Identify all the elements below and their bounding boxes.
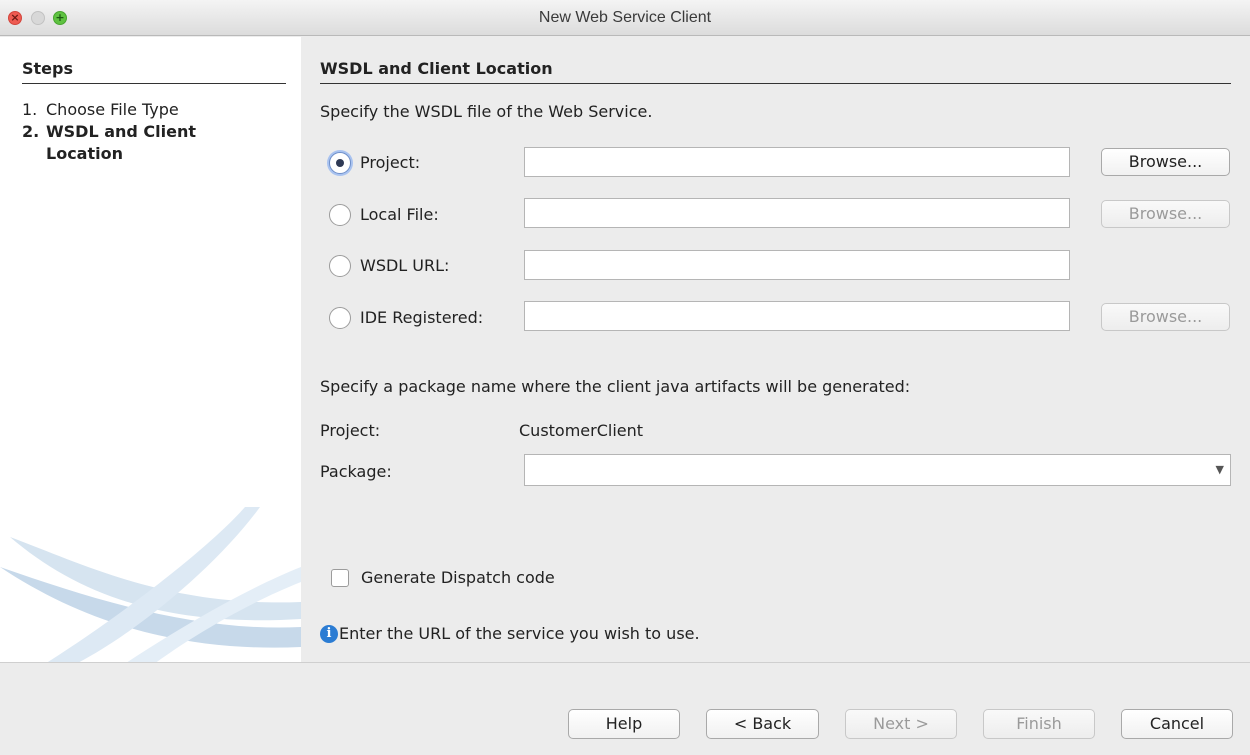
dialog-window: × + New Web Service Client Steps 1. Choos… — [0, 0, 1250, 755]
radio-label: WSDL URL: — [360, 256, 450, 275]
radio-label: Local File: — [360, 205, 439, 224]
local-file-field[interactable] — [524, 198, 1070, 228]
button-bar: Help < Back Next > Finish Cancel — [0, 662, 1250, 755]
dispatch-label: Generate Dispatch code — [361, 568, 555, 587]
local-file-browse-button[interactable]: Browse... — [1101, 200, 1230, 228]
step-label: Choose File Type — [46, 100, 179, 119]
chevron-down-icon[interactable]: ▼ — [1216, 463, 1224, 476]
wsdl-url-field[interactable] — [524, 250, 1070, 280]
radio-button[interactable] — [329, 255, 351, 277]
back-button[interactable]: < Back — [706, 709, 819, 739]
cancel-button[interactable]: Cancel — [1121, 709, 1233, 739]
step-item-choose-file-type: 1. Choose File Type — [22, 99, 179, 121]
help-button[interactable]: Help — [568, 709, 680, 739]
decorative-swoosh — [0, 507, 301, 662]
step-number: 2. — [22, 122, 40, 141]
package-instruction: Specify a package name where the client … — [320, 377, 911, 396]
steps-heading: Steps — [22, 59, 286, 84]
project-field[interactable] — [524, 147, 1070, 177]
info-icon: i — [320, 625, 338, 643]
steps-panel: Steps 1. Choose File Type 2. WSDL and Clie… — [0, 37, 301, 662]
ide-registered-browse-button[interactable]: Browse... — [1101, 303, 1230, 331]
ide-registered-field[interactable] — [524, 301, 1070, 331]
dispatch-checkbox[interactable] — [331, 569, 349, 587]
radio-label: IDE Registered: — [360, 308, 484, 327]
next-button[interactable]: Next > — [845, 709, 957, 739]
info-text: Enter the URL of the service you wish to… — [339, 624, 700, 643]
step-number: 1. — [22, 100, 38, 119]
title-bar: × + New Web Service Client — [0, 0, 1250, 36]
main-panel: WSDL and Client Location Specify the WSD… — [301, 37, 1250, 662]
step-item-wsdl-client-location: 2. WSDL and Client Location — [22, 121, 236, 165]
package-combobox[interactable]: ▼ — [524, 454, 1231, 486]
section-heading: WSDL and Client Location — [320, 59, 1231, 84]
project-value: CustomerClient — [519, 421, 644, 440]
project-label: Project: — [320, 421, 381, 440]
wsdl-instruction: Specify the WSDL file of the Web Service… — [320, 102, 653, 121]
radio-button[interactable] — [329, 204, 351, 226]
finish-button[interactable]: Finish — [983, 709, 1095, 739]
window-title: New Web Service Client — [538, 9, 712, 26]
step-label: WSDL and Client Location — [46, 122, 197, 163]
radio-label: Project: — [360, 153, 421, 172]
package-label: Package: — [320, 462, 392, 481]
project-browse-button[interactable]: Browse... — [1101, 148, 1230, 176]
radio-button[interactable] — [329, 152, 351, 174]
radio-button[interactable] — [329, 307, 351, 329]
